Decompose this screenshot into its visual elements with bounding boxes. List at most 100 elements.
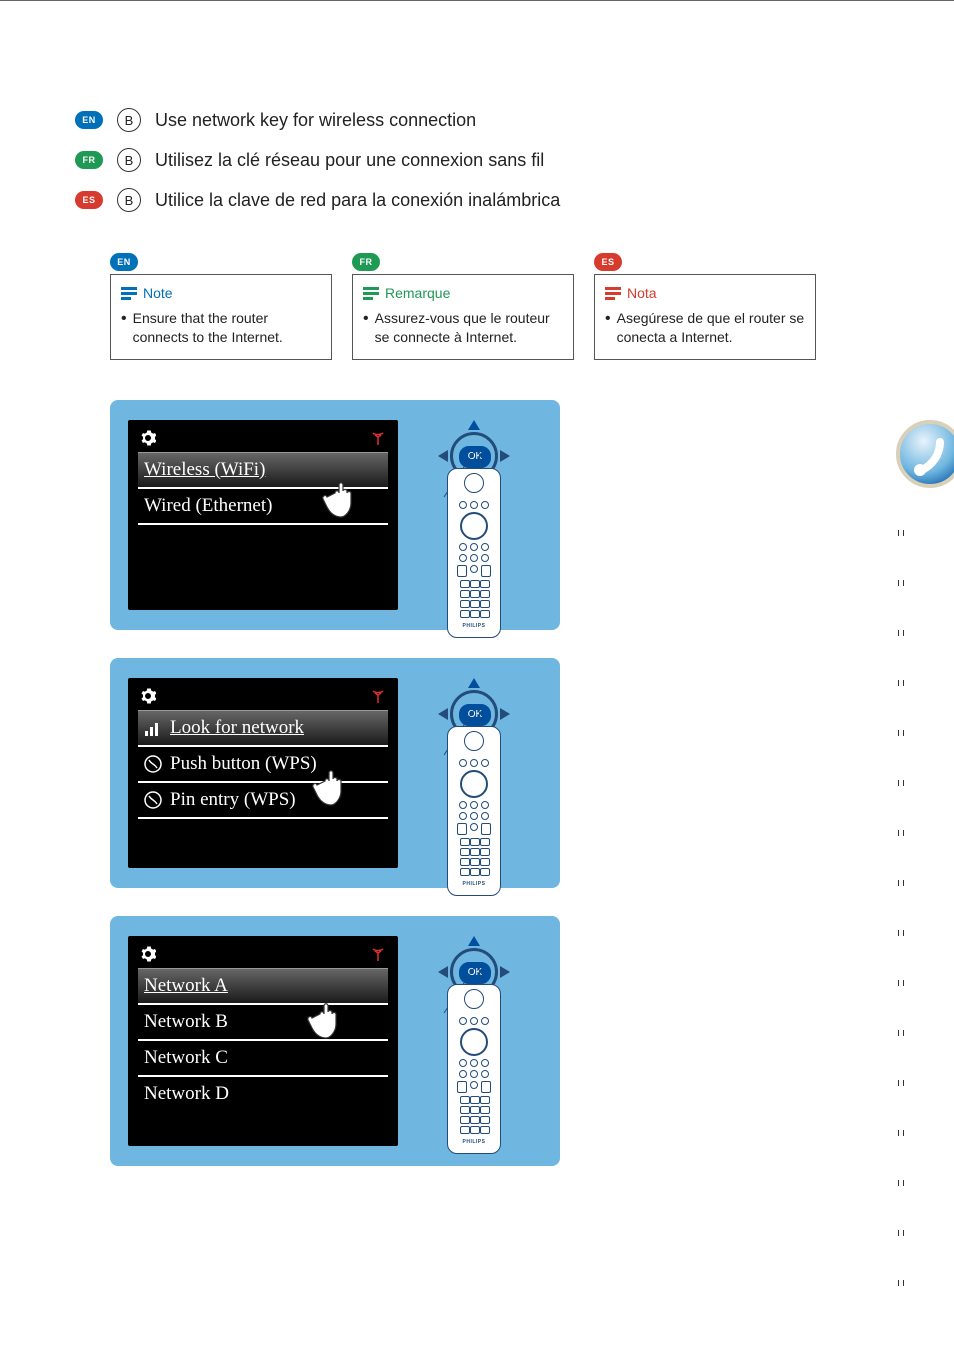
note-en: EN Note • Ensure that the router connect… [110,252,332,360]
remote-brand-label: PHILIPS [463,1139,486,1145]
arrow-up-icon [468,678,480,688]
notes-row: EN Note • Ensure that the router connect… [110,252,914,360]
remote-nav-ring [460,770,488,798]
step-row-es: ES B Utilice la clave de red para la con… [75,188,914,212]
menu-label: Network B [144,1011,228,1033]
remote-nav-ring [460,512,488,540]
remote-body: PHILIPS [447,984,501,1154]
menu-label: Network C [144,1047,228,1069]
arrow-left-icon [438,450,448,462]
lang-pill-fr: FR [352,253,380,271]
panel-wifi-method: Look for network Push button (WPS) Pin e… [110,658,560,888]
badge-icon [882,420,954,490]
crop-tick [898,530,904,536]
remote-body: PHILIPS [447,468,501,638]
panel-connection-type: Wireless (WiFi) Wired (Ethernet) OK [110,400,560,630]
step-row-en: EN B Use network key for wireless connec… [75,108,914,132]
bullet-icon: • [605,311,611,347]
remote-illustration: OK PHILIPS [408,936,540,1146]
arrow-left-icon [438,708,448,720]
lang-pill-en: EN [75,111,103,129]
crop-tick [898,880,904,886]
menu-label: Look for network [170,717,304,739]
note-icon [605,286,621,300]
step-text-es: Utilice la clave de red para la conexión… [155,190,560,211]
arrow-up-icon [468,936,480,946]
note-body-text: Ensure that the router connects to the I… [133,309,323,347]
bullet-icon: • [121,311,127,347]
crop-tick [898,780,904,786]
ok-button[interactable]: OK [458,961,492,985]
step-letter: B [117,108,141,132]
lang-pill-es: ES [594,253,622,271]
crop-tick [898,1080,904,1086]
crop-tick [898,830,904,836]
bullet-icon: • [363,311,369,347]
arrow-right-icon [500,450,510,462]
menu-label: Pin entry (WPS) [170,789,296,811]
ok-button[interactable]: OK [458,445,492,469]
screen: Wireless (WiFi) Wired (Ethernet) [128,420,398,610]
arrow-up-icon [468,420,480,430]
note-body-text: Asegúrese de que el router se conecta a … [617,309,807,347]
menu-item-pin-entry-wps[interactable]: Pin entry (WPS) [138,783,388,819]
panel-network-list: Network A Network B Network C Network D [110,916,560,1166]
note-fr: FR Remarque • Assurez-vous que le routeu… [352,252,574,360]
note-icon [121,286,137,300]
crop-tick [898,980,904,986]
page-trim-line [0,0,954,3]
screen: Look for network Push button (WPS) Pin e… [128,678,398,868]
crop-tick [898,580,904,586]
crop-tick [898,1180,904,1186]
remote-brand-label: PHILIPS [463,881,486,887]
crop-tick [898,1030,904,1036]
ok-button[interactable]: OK [458,703,492,727]
step-text-fr: Utilisez la clé réseau pour une connexio… [155,150,544,171]
menu-label: Network A [144,975,228,997]
gear-icon [140,946,156,962]
menu-label: Push button (WPS) [170,753,317,775]
note-icon [363,286,379,300]
remote-power-icon [464,989,484,1009]
menu-item-wireless[interactable]: Wireless (WiFi) [138,452,388,489]
menu-item-network-a[interactable]: Network A [138,968,388,1005]
step-letter: B [117,188,141,212]
crop-tick [898,630,904,636]
wps-icon [144,791,162,809]
lang-pill-fr: FR [75,151,103,169]
remote-power-icon [464,473,484,493]
remote-illustration: OK PHILIPS [408,420,540,610]
menu-label: Wired (Ethernet) [144,495,272,517]
arrow-right-icon [500,708,510,720]
menu-item-network-c[interactable]: Network C [138,1041,388,1077]
note-title: Note [143,285,173,301]
gear-icon [140,688,156,704]
remote-nav-ring [460,1028,488,1056]
menu-item-network-d[interactable]: Network D [138,1077,388,1111]
lang-pill-es: ES [75,191,103,209]
menu-item-wired[interactable]: Wired (Ethernet) [138,489,388,525]
menu-item-network-b[interactable]: Network B [138,1005,388,1041]
crop-tick [898,930,904,936]
remote-illustration: OK PHILIPS [408,678,540,868]
menu-item-push-button-wps[interactable]: Push button (WPS) [138,747,388,783]
side-crop-decor [859,420,954,1320]
arrow-left-icon [438,966,448,978]
step-row-fr: FR B Utilisez la clé réseau pour une con… [75,148,914,172]
note-title: Remarque [385,285,450,301]
antenna-icon [370,430,386,446]
menu-label: Wireless (WiFi) [144,459,265,481]
remote-body: PHILIPS [447,726,501,896]
crop-tick [898,1130,904,1136]
menu-label: Network D [144,1083,229,1105]
arrow-right-icon [500,966,510,978]
signal-bars-icon [144,719,162,737]
remote-brand-label: PHILIPS [463,623,486,629]
note-title: Nota [627,285,657,301]
lang-pill-en: EN [110,253,138,271]
menu-item-look-for-network[interactable]: Look for network [138,710,388,747]
step-text-en: Use network key for wireless connection [155,110,476,131]
crop-tick [898,730,904,736]
note-es: ES Nota • Asegúrese de que el router se … [594,252,816,360]
note-body-text: Assurez-vous que le routeur se connecte … [375,309,565,347]
